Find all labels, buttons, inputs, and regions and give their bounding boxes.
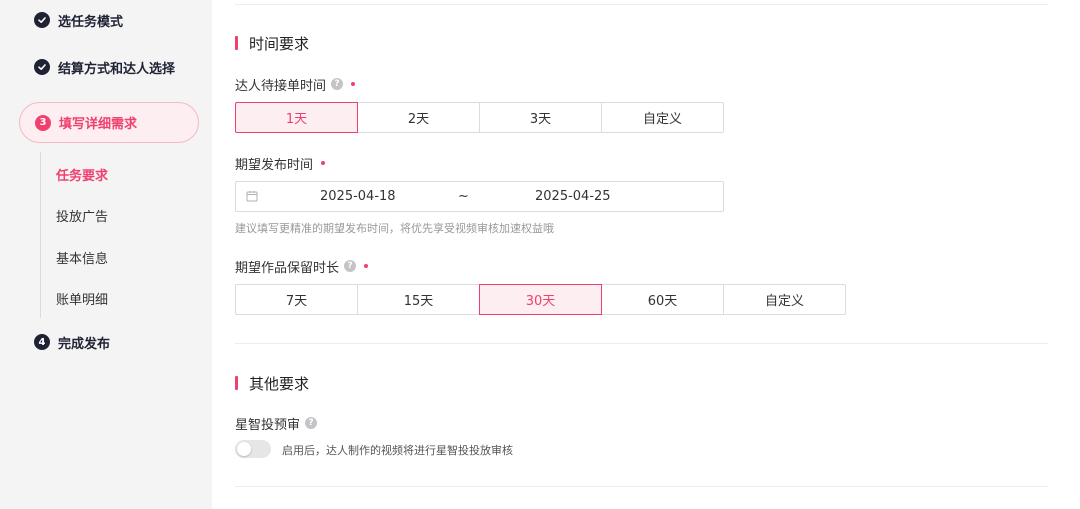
help-icon[interactable]: ? — [344, 260, 357, 272]
retain-option-30day[interactable]: 30天 — [479, 284, 602, 315]
retain-option-7day[interactable]: 7天 — [235, 284, 358, 315]
divider — [235, 4, 1048, 5]
divider — [235, 343, 1048, 344]
wait-option-custom[interactable]: 自定义 — [601, 102, 724, 133]
section-accent-bar — [235, 376, 238, 390]
required-dot — [364, 264, 369, 268]
section-title-time: 时间要求 — [235, 33, 309, 53]
section-title-text: 时间要求 — [249, 34, 310, 53]
field-label-wait-time: 达人待接单时间 ? — [235, 75, 356, 94]
step-select-mode[interactable]: 选任务模式 — [34, 10, 123, 30]
step-label: 填写详细需求 — [59, 117, 138, 132]
label-text: 星智投预审 — [235, 417, 301, 433]
check-icon — [34, 12, 50, 28]
step-settlement[interactable]: 结算方式和达人选择 — [34, 57, 175, 77]
retain-option-60day[interactable]: 60天 — [601, 284, 724, 315]
label-text: 期望发布时间 — [235, 157, 314, 173]
retain-option-custom[interactable]: 自定义 — [723, 284, 846, 315]
sub-item-basic-info[interactable]: 基本信息 — [56, 248, 108, 267]
section-accent-bar — [235, 36, 238, 50]
step-label: 选任务模式 — [58, 14, 124, 30]
required-dot — [351, 82, 356, 86]
divider — [235, 486, 1048, 487]
check-icon — [34, 59, 50, 75]
publish-date-range-picker[interactable]: 2025-04-18 ~ 2025-04-25 — [235, 181, 724, 212]
start-date[interactable]: 2025-04-18 — [320, 189, 396, 204]
step-label: 完成发布 — [58, 336, 111, 352]
field-label-retain-duration: 期望作品保留时长 ? — [235, 257, 369, 276]
sub-steps-line — [40, 152, 41, 318]
wait-option-1day[interactable]: 1天 — [235, 102, 358, 133]
help-icon[interactable]: ? — [305, 417, 318, 429]
range-separator: ~ — [458, 189, 469, 204]
calendar-icon — [246, 191, 258, 202]
wait-option-3day[interactable]: 3天 — [479, 102, 602, 133]
field-label-publish-time: 期望发布时间 — [235, 154, 326, 173]
retain-option-15day[interactable]: 15天 — [357, 284, 480, 315]
pre-review-description: 启用后，达人制作的视频将进行星智投投放审核 — [282, 444, 513, 457]
step-fill-details[interactable]: 3 填写详细需求 — [19, 102, 199, 143]
label-text: 达人待接单时间 — [235, 78, 327, 94]
step-number: 4 — [34, 334, 50, 350]
section-title-text: 其他要求 — [249, 374, 310, 393]
main-form: 时间要求 达人待接单时间 ? 1天 2天 3天 自定义 期望发布时间 2025-… — [212, 0, 1080, 509]
required-dot — [321, 161, 326, 165]
step-number: 3 — [35, 114, 51, 131]
sub-item-task-requirements[interactable]: 任务要求 — [56, 165, 108, 184]
pre-review-toggle[interactable] — [235, 440, 271, 458]
step-label: 结算方式和达人选择 — [58, 61, 176, 77]
label-text: 期望作品保留时长 — [235, 260, 340, 276]
field-label-pre-review: 星智投预审 ? — [235, 414, 318, 433]
wait-time-selector: 1天 2天 3天 自定义 — [235, 102, 724, 133]
section-title-other: 其他要求 — [235, 373, 309, 393]
sub-item-ad-delivery[interactable]: 投放广告 — [56, 206, 108, 225]
sidebar: 选任务模式 结算方式和达人选择 3 填写详细需求 任务要求 投放广告 基本信息 … — [0, 0, 212, 509]
end-date[interactable]: 2025-04-25 — [535, 189, 611, 204]
sub-item-bill-details[interactable]: 账单明细 — [56, 289, 108, 308]
wait-option-2day[interactable]: 2天 — [357, 102, 480, 133]
toggle-knob — [237, 442, 251, 456]
step-complete[interactable]: 4 完成发布 — [34, 332, 110, 352]
retain-duration-selector: 7天 15天 30天 60天 自定义 — [235, 284, 846, 315]
publish-time-hint: 建议填写更精准的期望发布时间，将优先享受视频审核加速权益哦 — [235, 222, 554, 235]
help-icon[interactable]: ? — [331, 78, 344, 90]
